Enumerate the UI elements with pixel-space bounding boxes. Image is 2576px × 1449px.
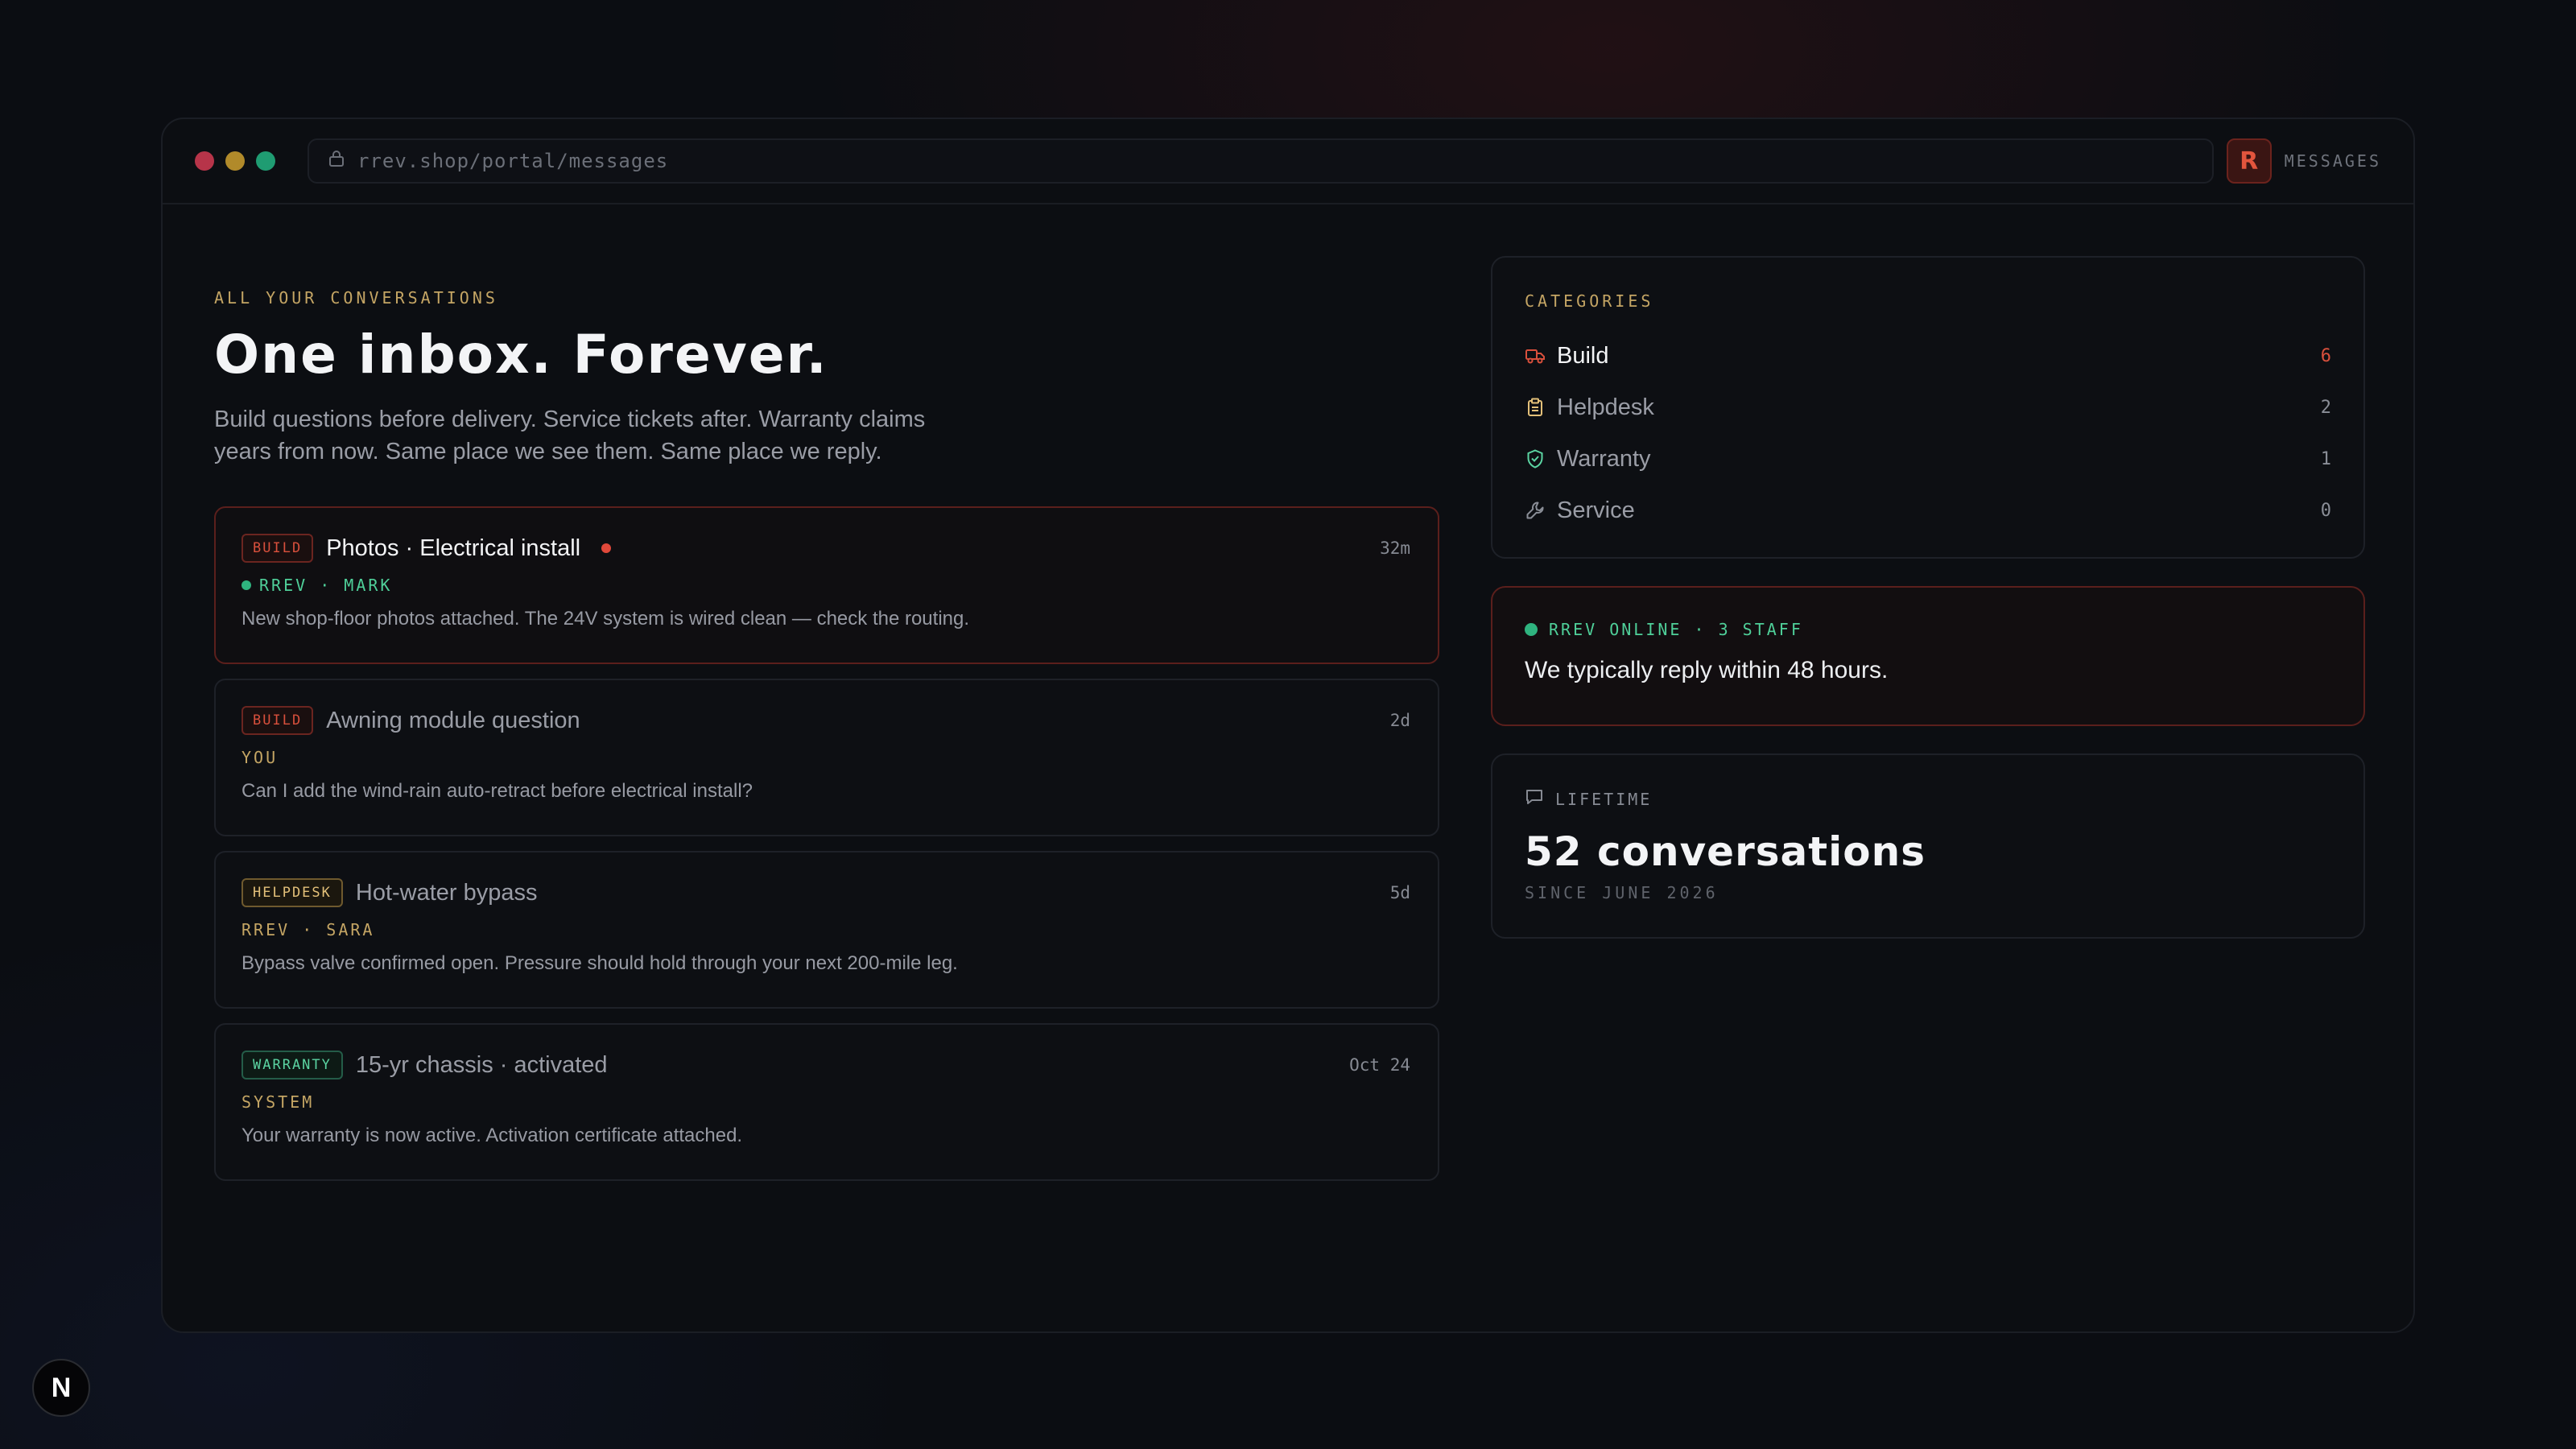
section-label: MESSAGES	[2284, 151, 2381, 171]
category-label: Build	[1557, 342, 1609, 369]
close-window-button[interactable]	[195, 151, 214, 171]
conversation-card[interactable]: WARRANTY 15-yr chassis · activated Oct 2…	[214, 1023, 1439, 1181]
conversation-preview: Can I add the wind-rain auto-retract bef…	[242, 780, 753, 802]
conversation-time: 32m	[1380, 539, 1410, 558]
address-bar[interactable]: rrev.shop/portal/messages	[308, 138, 2214, 184]
chat-bubble-icon	[1525, 787, 1544, 811]
category-tag: BUILD	[242, 706, 314, 735]
page-description: Build questions before delivery. Service…	[214, 407, 926, 464]
category-item-helpdesk[interactable]: Helpdesk 2	[1525, 382, 2331, 433]
browser-window: rrev.shop/portal/messages R MESSAGES ALL…	[161, 118, 2415, 1333]
wrench-icon	[1525, 500, 1546, 521]
category-label: Service	[1557, 497, 1635, 523]
category-tag: WARRANTY	[242, 1051, 343, 1080]
conversation-sender: RREV · MARK	[259, 576, 393, 595]
conversation-preview: New shop-floor photos attached. The 24V …	[242, 608, 970, 630]
lifetime-stats-panel: LIFETIME 52 conversations SINCE JUNE 202…	[1491, 753, 2365, 939]
category-item-warranty[interactable]: Warranty 1	[1525, 433, 2331, 485]
conversation-title: Hot-water bypass	[355, 879, 538, 906]
category-count: 2	[2320, 397, 2331, 418]
category-tag: BUILD	[242, 534, 314, 563]
conversation-sender: SYSTEM	[242, 1092, 315, 1112]
online-status-panel: RREV ONLINE · 3 STAFF We typically reply…	[1491, 586, 2365, 726]
categories-heading: CATEGORIES	[1525, 291, 1654, 311]
truck-icon	[1525, 345, 1546, 366]
conversation-title: Awning module question	[326, 707, 580, 733]
category-count: 0	[2320, 500, 2331, 521]
category-item-build[interactable]: Build 6	[1525, 330, 2331, 382]
online-status-label: RREV ONLINE · 3 STAFF	[1549, 620, 1803, 639]
conversation-list: BUILD Photos · Electrical install 32m RR…	[214, 506, 1439, 1181]
maximize-window-button[interactable]	[256, 151, 275, 171]
conversation-time: 2d	[1389, 711, 1410, 730]
conversation-sender: YOU	[242, 748, 279, 767]
unread-dot-icon	[601, 543, 612, 553]
since-date: SINCE JUNE 2026	[1525, 883, 1719, 902]
category-item-service[interactable]: Service 0	[1525, 485, 2331, 536]
clipboard-icon	[1525, 397, 1546, 418]
conversation-card[interactable]: HELPDESK Hot-water bypass 5d RREV · SARA…	[214, 851, 1439, 1009]
sidebar-column: CATEGORIES Build 6 Helpdesk 2 Warranty 1…	[1491, 256, 2365, 939]
category-tag: HELPDESK	[242, 878, 343, 907]
category-label: Helpdesk	[1557, 394, 1654, 420]
conversation-preview: Bypass valve confirmed open. Pressure sh…	[242, 952, 958, 974]
category-count: 6	[2320, 345, 2331, 366]
category-label: Warranty	[1557, 445, 1651, 472]
response-time-text: We typically reply within 48 hours.	[1525, 657, 1889, 683]
online-dot-icon	[242, 580, 251, 590]
url-text: rrev.shop/portal/messages	[357, 150, 669, 172]
shield-check-icon	[1525, 448, 1546, 469]
inbox-column: ALL YOUR CONVERSATIONS One inbox. Foreve…	[214, 288, 1439, 1181]
lock-icon	[328, 150, 345, 172]
category-count: 1	[2320, 448, 2331, 469]
minimize-window-button[interactable]	[225, 151, 245, 171]
brand-logo-button[interactable]: R	[2226, 138, 2272, 184]
window-controls	[195, 151, 275, 171]
conversation-title: 15-yr chassis · activated	[355, 1051, 608, 1078]
page-eyebrow: ALL YOUR CONVERSATIONS	[214, 288, 498, 308]
categories-panel: CATEGORIES Build 6 Helpdesk 2 Warranty 1…	[1491, 256, 2365, 559]
conversation-card[interactable]: BUILD Awning module question 2d YOU Can …	[214, 679, 1439, 836]
online-dot-icon	[1525, 623, 1538, 636]
lifetime-label: LIFETIME	[1555, 789, 1653, 809]
page-title: One inbox. Forever.	[214, 324, 828, 386]
conversation-time: Oct 24	[1349, 1055, 1410, 1075]
conversation-time: 5d	[1389, 883, 1410, 902]
conversation-total: 52 conversations	[1525, 828, 1926, 875]
conversation-title: Photos · Electrical install	[326, 535, 581, 561]
browser-chrome: rrev.shop/portal/messages R MESSAGES	[163, 119, 2413, 204]
conversation-sender: RREV · SARA	[242, 920, 375, 939]
corner-badge-button[interactable]: N	[32, 1359, 90, 1417]
conversation-preview: Your warranty is now active. Activation …	[242, 1125, 743, 1146]
conversation-card[interactable]: BUILD Photos · Electrical install 32m RR…	[214, 506, 1439, 664]
